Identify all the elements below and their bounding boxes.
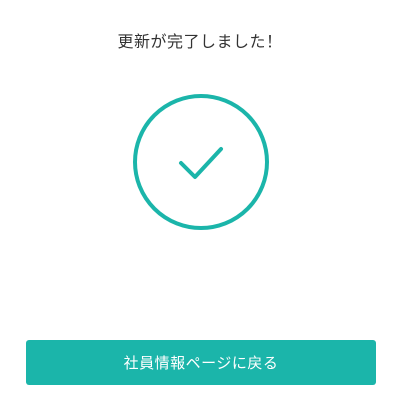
checkmark-circle-icon [132,93,270,231]
back-to-employee-info-button[interactable]: 社員情報ページに戻る [26,340,376,385]
update-complete-screen: 更新が完了しました！ 社員情報ページに戻る [0,0,400,409]
completion-message: 更新が完了しました！ [117,32,283,51]
